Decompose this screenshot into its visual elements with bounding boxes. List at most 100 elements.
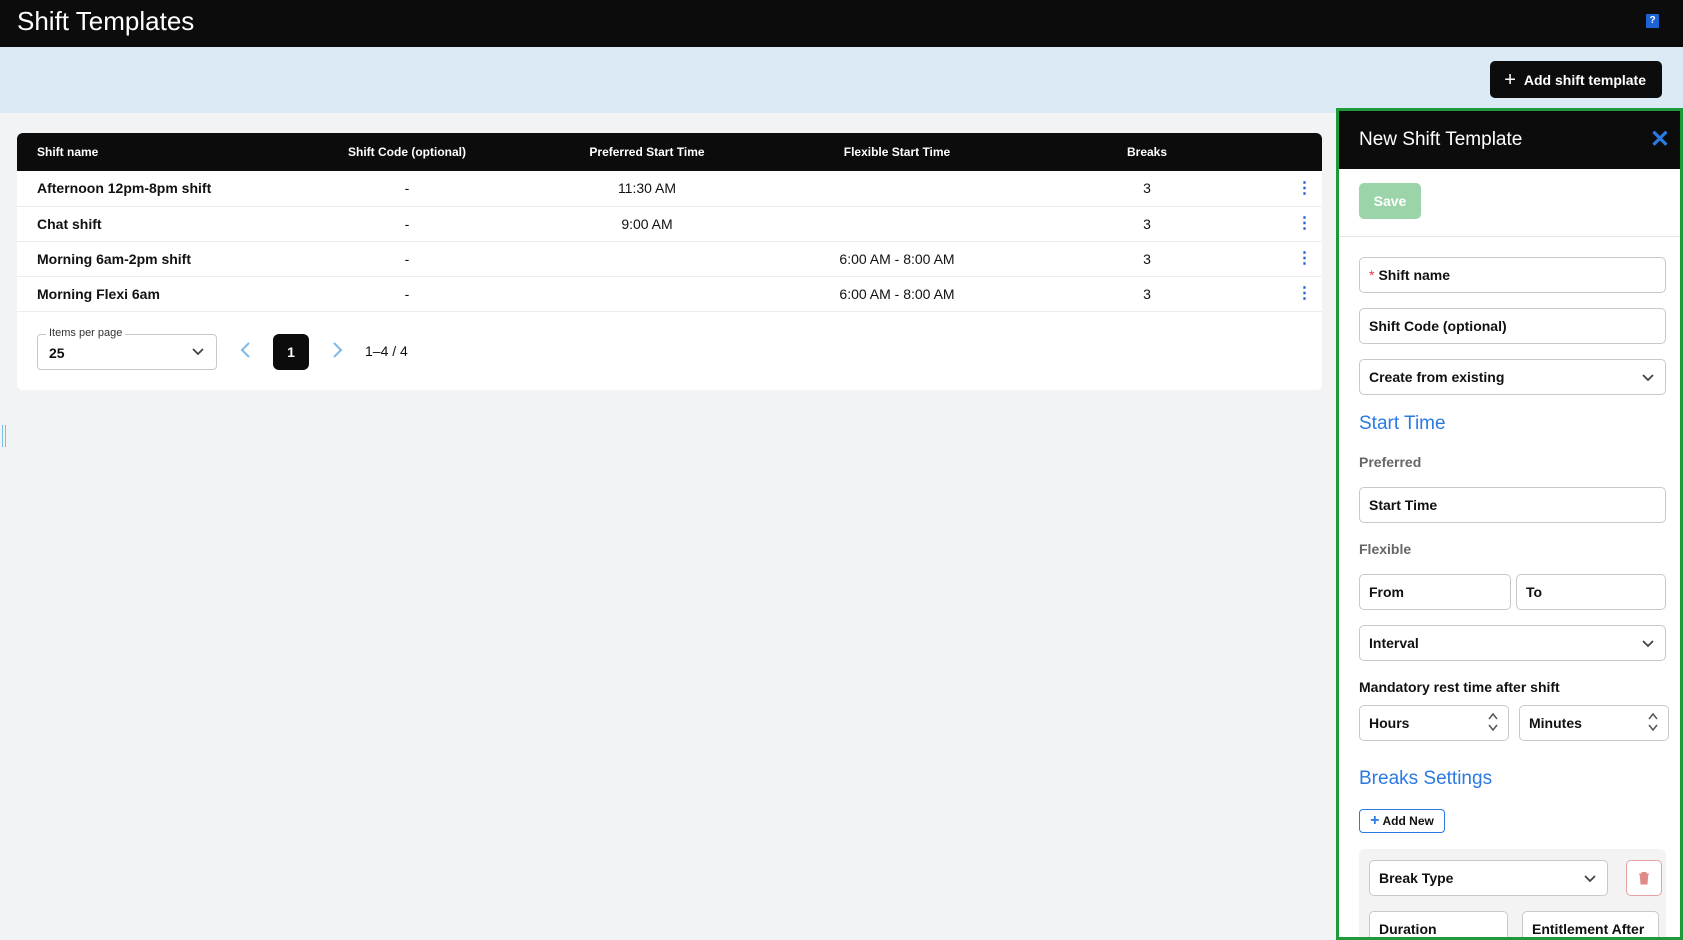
cell-shift-name: Morning Flexi 6am bbox=[37, 285, 160, 302]
items-per-page-value: 25 bbox=[49, 344, 65, 361]
shift-templates-table: Shift name Shift Code (optional) Preferr… bbox=[17, 133, 1322, 312]
trash-icon bbox=[1639, 872, 1649, 885]
create-from-existing-select[interactable]: Create from existing bbox=[1359, 359, 1666, 395]
panel-title: New Shift Template bbox=[1359, 129, 1523, 150]
cell-breaks: 3 bbox=[1143, 285, 1151, 302]
chevron-right-icon[interactable] bbox=[330, 341, 344, 359]
resize-handle[interactable] bbox=[2, 425, 6, 447]
flexible-from-field[interactable]: From bbox=[1359, 574, 1511, 610]
table-row[interactable]: Chat shift - 9:00 AM 3 ⋮ bbox=[17, 206, 1322, 241]
cell-preferred-start bbox=[507, 276, 787, 311]
duration-field[interactable]: Duration bbox=[1369, 911, 1508, 937]
add-new-break-button[interactable]: + Add New bbox=[1359, 809, 1445, 833]
help-icon[interactable]: ? bbox=[1646, 14, 1659, 28]
save-button[interactable]: Save bbox=[1359, 183, 1421, 219]
items-per-page-select[interactable]: Items per page 25 bbox=[37, 326, 217, 370]
break-item: Break Type Duration Entitlement After bbox=[1359, 849, 1666, 937]
create-from-existing-value: Create from existing bbox=[1369, 369, 1505, 385]
hours-placeholder: Hours bbox=[1369, 715, 1410, 731]
table-header-row: Shift name Shift Code (optional) Preferr… bbox=[17, 133, 1322, 171]
cell-breaks: 3 bbox=[1143, 215, 1151, 232]
row-menu-icon[interactable]: ⋮ bbox=[1297, 285, 1313, 302]
cell-flexible-start: 6:00 AM - 8:00 AM bbox=[839, 285, 955, 302]
panel-header: New Shift Template ✕ bbox=[1339, 111, 1680, 169]
shift-name-placeholder: Shift name bbox=[1378, 267, 1451, 283]
minutes-stepper[interactable]: Minutes bbox=[1519, 705, 1669, 741]
cell-preferred-start bbox=[507, 241, 787, 276]
cell-breaks: 3 bbox=[1143, 180, 1151, 197]
pagination: Items per page 25 1 1–4 / 4 bbox=[17, 313, 1322, 390]
required-asterisk: * bbox=[1369, 267, 1375, 283]
cell-shift-name: Afternoon 12pm-8pm shift bbox=[37, 180, 212, 197]
close-icon[interactable]: ✕ bbox=[1650, 128, 1670, 152]
row-menu-icon[interactable]: ⋮ bbox=[1297, 180, 1313, 197]
cell-preferred-start: 9:00 AM bbox=[621, 215, 673, 232]
column-header-preferred-start[interactable]: Preferred Start Time bbox=[507, 133, 787, 171]
stepper-arrows-icon[interactable] bbox=[1647, 711, 1659, 733]
add-new-label: Add New bbox=[1382, 814, 1434, 828]
add-shift-template-label: Add shift template bbox=[1523, 71, 1646, 88]
cell-flexible-start bbox=[787, 206, 1007, 241]
preferred-label: Preferred bbox=[1359, 454, 1422, 470]
cell-shift-code: - bbox=[404, 180, 410, 197]
break-type-placeholder: Break Type bbox=[1379, 870, 1454, 886]
break-type-select[interactable]: Break Type bbox=[1369, 860, 1608, 896]
page-title: Shift Templates bbox=[17, 6, 195, 36]
shift-name-field[interactable]: * Shift name bbox=[1359, 257, 1666, 293]
column-header-shift-name[interactable]: Shift name bbox=[17, 133, 307, 171]
rest-time-label: Mandatory rest time after shift bbox=[1359, 679, 1560, 695]
table-row[interactable]: Morning 6am-2pm shift - 6:00 AM - 8:00 A… bbox=[17, 241, 1322, 276]
column-header-flexible-start[interactable]: Flexible Start Time bbox=[787, 133, 1007, 171]
chevron-down-icon bbox=[1584, 875, 1596, 883]
new-shift-template-panel: New Shift Template ✕ Save * Shift name S… bbox=[1336, 108, 1683, 940]
row-menu-icon[interactable]: ⋮ bbox=[1297, 250, 1313, 267]
add-shift-template-button[interactable]: + Add shift template bbox=[1490, 61, 1662, 98]
start-time-section-title: Start Time bbox=[1359, 413, 1446, 434]
entitlement-after-field[interactable]: Entitlement After bbox=[1522, 911, 1659, 937]
cell-shift-code: - bbox=[404, 250, 410, 267]
table-row[interactable]: Afternoon 12pm-8pm shift - 11:30 AM 3 ⋮ bbox=[17, 171, 1322, 206]
start-time-placeholder: Start Time bbox=[1369, 497, 1438, 513]
items-per-page-label: Items per page bbox=[46, 326, 126, 339]
cell-flexible-start bbox=[787, 171, 1007, 206]
delete-break-button[interactable] bbox=[1626, 860, 1662, 896]
chevron-down-icon bbox=[1642, 640, 1654, 648]
table-row[interactable]: Morning Flexi 6am - 6:00 AM - 8:00 AM 3 … bbox=[17, 276, 1322, 311]
shift-code-placeholder: Shift Code (optional) bbox=[1369, 318, 1507, 334]
entitlement-after-placeholder: Entitlement After bbox=[1532, 921, 1645, 937]
cell-flexible-start: 6:00 AM - 8:00 AM bbox=[839, 250, 955, 267]
flexible-label: Flexible bbox=[1359, 541, 1412, 557]
hours-stepper[interactable]: Hours bbox=[1359, 705, 1509, 741]
cell-shift-code: - bbox=[404, 285, 410, 302]
chevron-down-icon bbox=[1642, 374, 1654, 382]
cell-shift-code: - bbox=[404, 215, 410, 232]
page-range-text: 1–4 / 4 bbox=[365, 342, 408, 359]
interval-select[interactable]: Interval bbox=[1359, 625, 1666, 661]
chevron-left-icon[interactable] bbox=[239, 341, 253, 359]
from-placeholder: From bbox=[1369, 584, 1404, 600]
start-time-field[interactable]: Start Time bbox=[1359, 487, 1666, 523]
breaks-settings-section-title: Breaks Settings bbox=[1359, 768, 1493, 789]
shift-code-field[interactable]: Shift Code (optional) bbox=[1359, 308, 1666, 344]
duration-placeholder: Duration bbox=[1379, 921, 1437, 937]
column-header-actions bbox=[1287, 133, 1322, 171]
to-placeholder: To bbox=[1526, 584, 1543, 600]
page-button-current[interactable]: 1 bbox=[273, 333, 309, 370]
interval-placeholder: Interval bbox=[1369, 635, 1419, 651]
chevron-down-icon bbox=[192, 347, 204, 355]
stepper-arrows-icon[interactable] bbox=[1487, 711, 1499, 733]
shift-templates-table-card: Shift name Shift Code (optional) Preferr… bbox=[17, 133, 1322, 390]
plus-icon: + bbox=[1370, 812, 1380, 829]
row-menu-icon[interactable]: ⋮ bbox=[1297, 215, 1313, 232]
cell-preferred-start: 11:30 AM bbox=[617, 180, 677, 197]
panel-actions: Save bbox=[1339, 169, 1680, 237]
column-header-breaks[interactable]: Breaks bbox=[1007, 133, 1287, 171]
minutes-placeholder: Minutes bbox=[1529, 715, 1582, 731]
plus-icon: + bbox=[1504, 68, 1516, 91]
flexible-to-field[interactable]: To bbox=[1516, 574, 1666, 610]
column-header-shift-code[interactable]: Shift Code (optional) bbox=[307, 133, 507, 171]
cell-shift-name: Chat shift bbox=[37, 215, 102, 232]
cell-shift-name: Morning 6am-2pm shift bbox=[37, 250, 192, 267]
app-header: Shift Templates ? bbox=[0, 0, 1683, 47]
cell-breaks: 3 bbox=[1143, 250, 1151, 267]
